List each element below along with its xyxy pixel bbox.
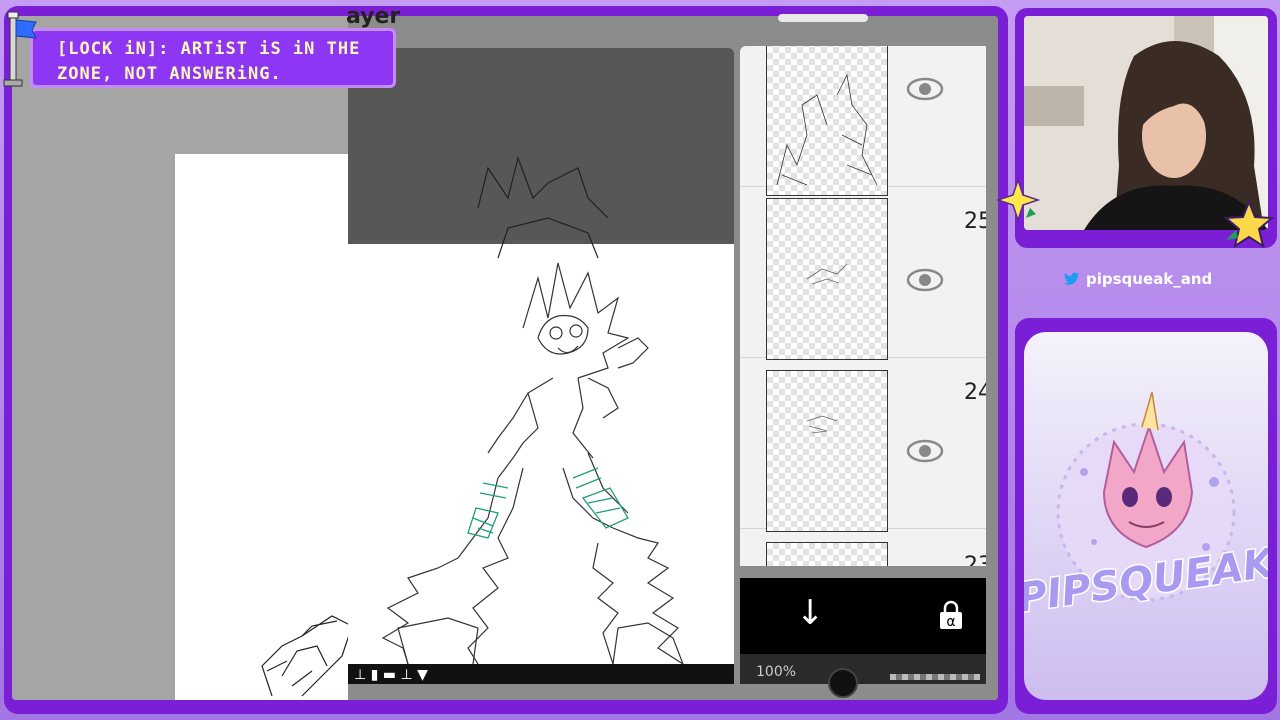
panel-title: ayer [346, 4, 401, 29]
layer-action-bar: ↓ α [740, 578, 986, 654]
twitter-icon [1064, 272, 1080, 285]
eye-icon[interactable] [906, 267, 944, 293]
eye-icon[interactable] [906, 76, 944, 102]
layer-row[interactable] [740, 46, 986, 196]
layer-number: 25 [964, 209, 986, 234]
lock-in-banner: [LOCK iN]: ARTiST iS iN THE ZONE, NOT AN… [30, 28, 396, 88]
svg-text:α: α [946, 614, 955, 630]
layer-row[interactable]: 24 [740, 358, 986, 532]
opacity-row: 100% [740, 654, 986, 698]
lock-in-text-line2: ZONE, NOT ANSWERiNG. [57, 64, 282, 84]
layer-thumbnail[interactable] [766, 542, 888, 566]
flag-icon [3, 11, 37, 87]
opacity-label: 100% [756, 664, 797, 680]
webcam-video [1024, 16, 1268, 230]
lock-in-text: [LOCK iN]: ARTiST iS iN THE ZONE, NOT AN… [57, 37, 397, 87]
eye-icon[interactable] [906, 438, 944, 464]
merge-down-icon[interactable]: ↓ [796, 596, 825, 630]
pipsqueak-logo: PIPSQUEAK [1024, 391, 1268, 623]
layer-row[interactable]: 23 [740, 529, 986, 566]
alpha-lock-icon[interactable]: α [936, 600, 966, 630]
layer-list[interactable]: 25 24 23 [740, 46, 986, 566]
layer-thumbnail[interactable] [766, 198, 888, 360]
lock-in-text-line1: [LOCK iN]: ARTiST iS iN THE [57, 39, 361, 59]
layer-thumbnail[interactable] [766, 46, 888, 196]
star-icon [1223, 200, 1275, 248]
layer-row[interactable]: 25 [740, 187, 986, 360]
canvas-sketch-fragment [261, 615, 353, 697]
drag-handle[interactable] [778, 14, 868, 22]
logo-panel: PIPSQUEAK [1024, 332, 1268, 700]
character-drawing [381, 155, 684, 664]
layer-number: 23 [964, 553, 986, 566]
layer-number: 24 [964, 380, 986, 405]
social-handle: pipsqueak_and [1086, 270, 1213, 288]
opacity-knob[interactable] [828, 668, 858, 698]
preview-toolbar-icons[interactable]: ⊥ ▮ ▬ ⊥ ▼ [354, 667, 428, 683]
preview-toolbar: ⊥ ▮ ▬ ⊥ ▼ [348, 664, 734, 684]
opacity-slider[interactable] [890, 674, 980, 680]
sparkle-icon [996, 178, 1040, 222]
layer-thumbnail[interactable] [766, 370, 888, 532]
webcam-scene [1024, 16, 1268, 230]
social-handle-row: pipsqueak_and [1040, 262, 1270, 296]
